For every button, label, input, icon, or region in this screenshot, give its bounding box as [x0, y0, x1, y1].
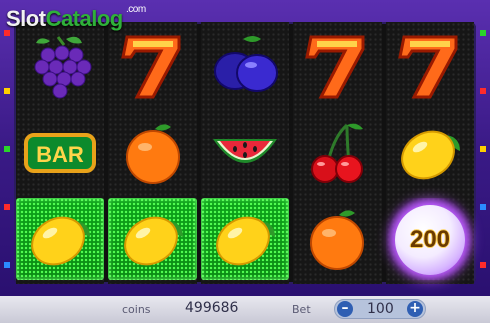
grapes-icon	[34, 36, 92, 99]
bar-symbol: BAR	[16, 112, 104, 194]
slotcatalog-logo: SlotCatalog .com	[6, 4, 146, 40]
bet-label: Bet	[292, 303, 311, 316]
seven-icon	[120, 35, 181, 99]
watermelon-icon	[213, 139, 278, 163]
seven-symbol	[293, 26, 381, 108]
bar-icon: BAR	[24, 133, 97, 173]
orange-symbol	[108, 112, 196, 194]
lemon-icon	[400, 130, 460, 180]
seven-icon	[305, 35, 365, 99]
lemon-symbol-win	[16, 198, 105, 280]
orange-icon	[125, 124, 180, 184]
bet-selector: – 100 +	[334, 299, 426, 319]
orange-icon	[310, 210, 365, 270]
payline-markers-right	[480, 30, 486, 280]
reel-2	[108, 22, 197, 284]
bonus-value: 200	[409, 226, 451, 253]
reel-4	[293, 22, 382, 284]
cherry-icon	[311, 123, 364, 183]
seven-icon	[397, 35, 458, 99]
lemon-symbol-win	[200, 198, 290, 280]
lemon-symbol-win	[108, 198, 197, 280]
bonus-coin: 200	[395, 205, 465, 275]
orange-symbol	[293, 198, 381, 280]
bet-value: 100	[367, 301, 394, 317]
logo-com-text: .com	[126, 4, 146, 15]
cherry-symbol	[293, 112, 381, 194]
plum-icon	[214, 36, 279, 92]
lemon-icon	[123, 216, 183, 266]
seven-symbol	[386, 26, 474, 108]
bar-label: BAR	[36, 142, 84, 167]
reel-3	[200, 22, 290, 284]
lemon-icon	[216, 216, 276, 266]
logo-catalog-text: Catalog	[45, 6, 124, 31]
footer-bar: coins 499686 Bet – 100 +	[0, 296, 490, 323]
logo-slot-text: Slot	[6, 6, 46, 31]
bet-increase-button[interactable]: +	[407, 301, 423, 317]
plum-symbol	[201, 26, 289, 108]
watermelon-symbol	[201, 112, 289, 194]
lemon-icon	[31, 216, 91, 266]
bet-decrease-button[interactable]: –	[337, 301, 353, 317]
payline-markers-left	[4, 30, 10, 280]
lemon-symbol	[386, 112, 474, 194]
reel-1: BAR	[16, 22, 105, 284]
coins-value: 499686	[185, 300, 239, 316]
coins-label: coins	[122, 303, 151, 316]
